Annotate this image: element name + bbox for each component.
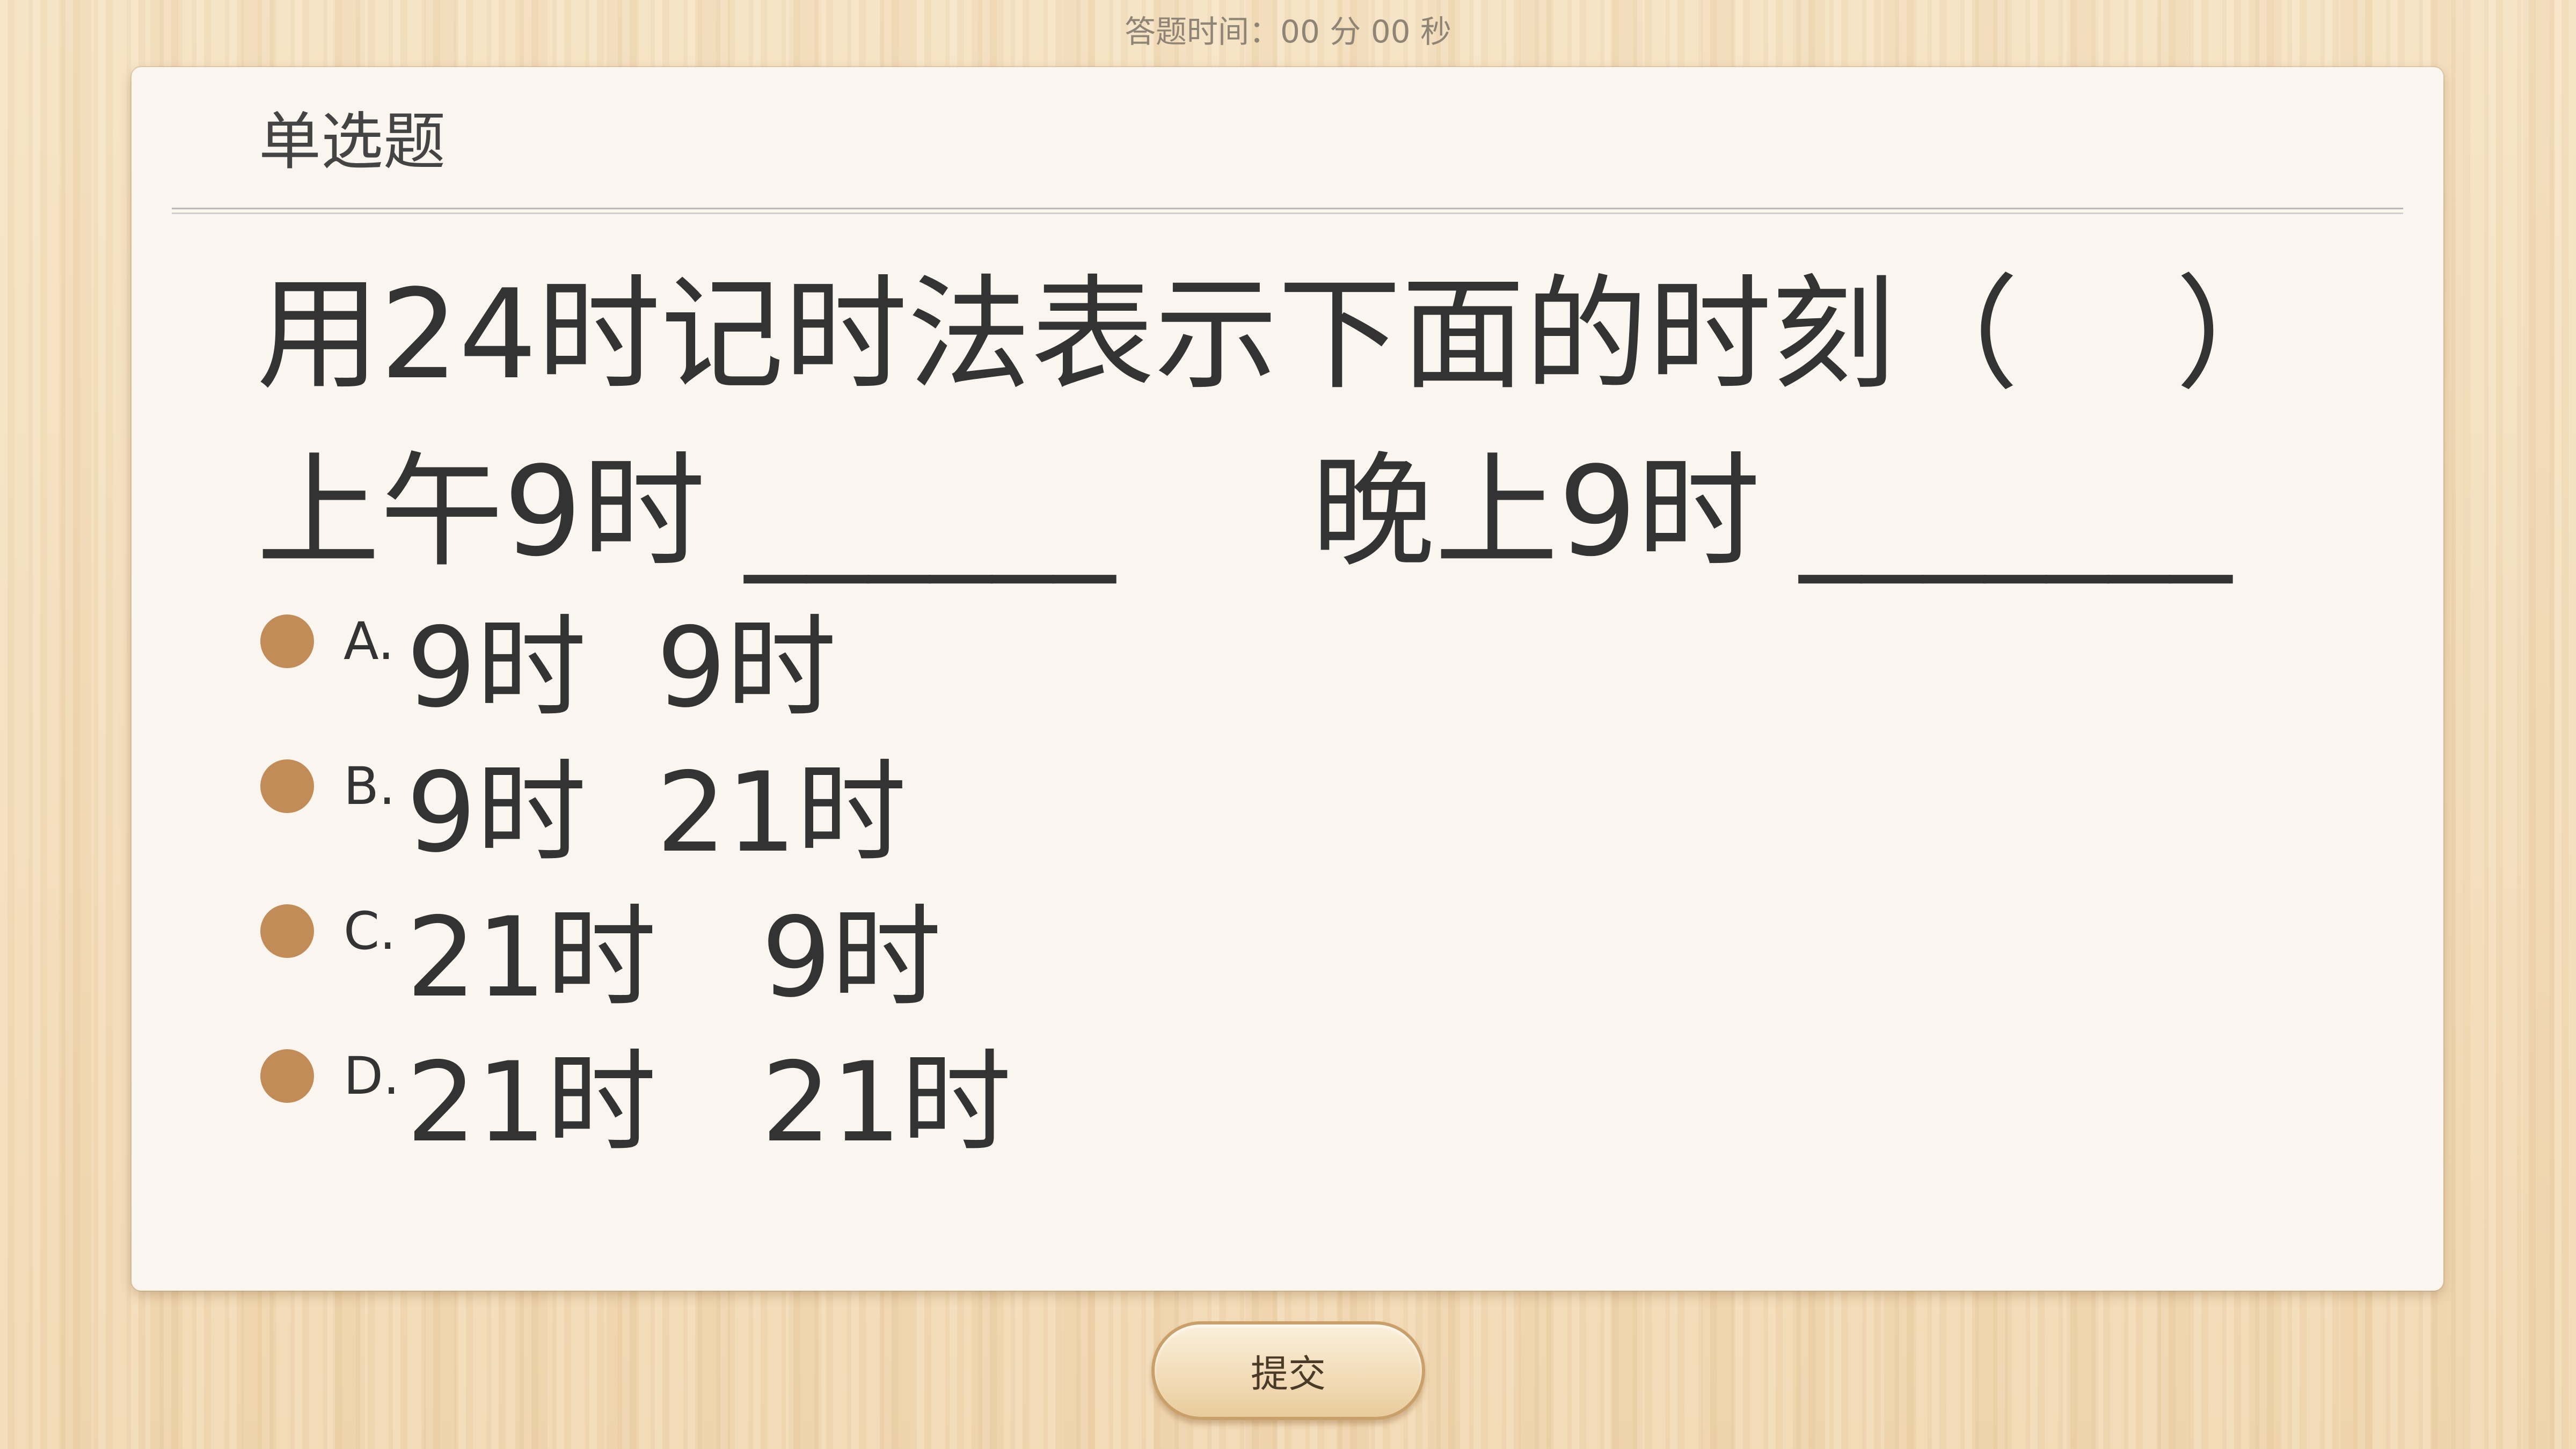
radio-dot-icon[interactable] <box>260 614 314 668</box>
option-d[interactable]: D. 21时 21时 <box>260 1038 1441 1167</box>
radio-dot-icon[interactable] <box>260 759 314 813</box>
option-letter: D. <box>344 1046 400 1106</box>
option-letter: A. <box>344 611 395 671</box>
option-letter: C. <box>344 901 396 961</box>
option-c[interactable]: C. 21时 9时 <box>260 894 1441 1022</box>
timer-label: 答题时间： <box>1125 13 1281 50</box>
option-text: 9时 9时 <box>406 604 837 732</box>
submit-button[interactable]: 提交 <box>1151 1321 1425 1420</box>
options-list: A. 9时 9时 B. 9时 21时 C. 21时 9时 D. 21时 21时 <box>132 67 2443 1291</box>
option-text: 21时 9时 <box>406 894 942 1022</box>
option-letter: B. <box>344 756 396 816</box>
option-b[interactable]: B. 9时 21时 <box>260 749 1441 877</box>
radio-dot-icon[interactable] <box>260 904 314 958</box>
timer-value: 00 分 00 秒 <box>1280 13 1451 50</box>
option-text: 21时 21时 <box>406 1039 1012 1167</box>
question-card: 单选题 用24时记时法表示下面的时刻（ ）上午9时 ______ 晚上9时 __… <box>132 67 2443 1291</box>
answer-timer: 答题时间：00 分 00 秒 <box>0 8 2576 56</box>
option-text: 9时 21时 <box>406 749 907 877</box>
option-a[interactable]: A. 9时 9时 <box>260 604 1441 733</box>
radio-dot-icon[interactable] <box>260 1049 314 1103</box>
